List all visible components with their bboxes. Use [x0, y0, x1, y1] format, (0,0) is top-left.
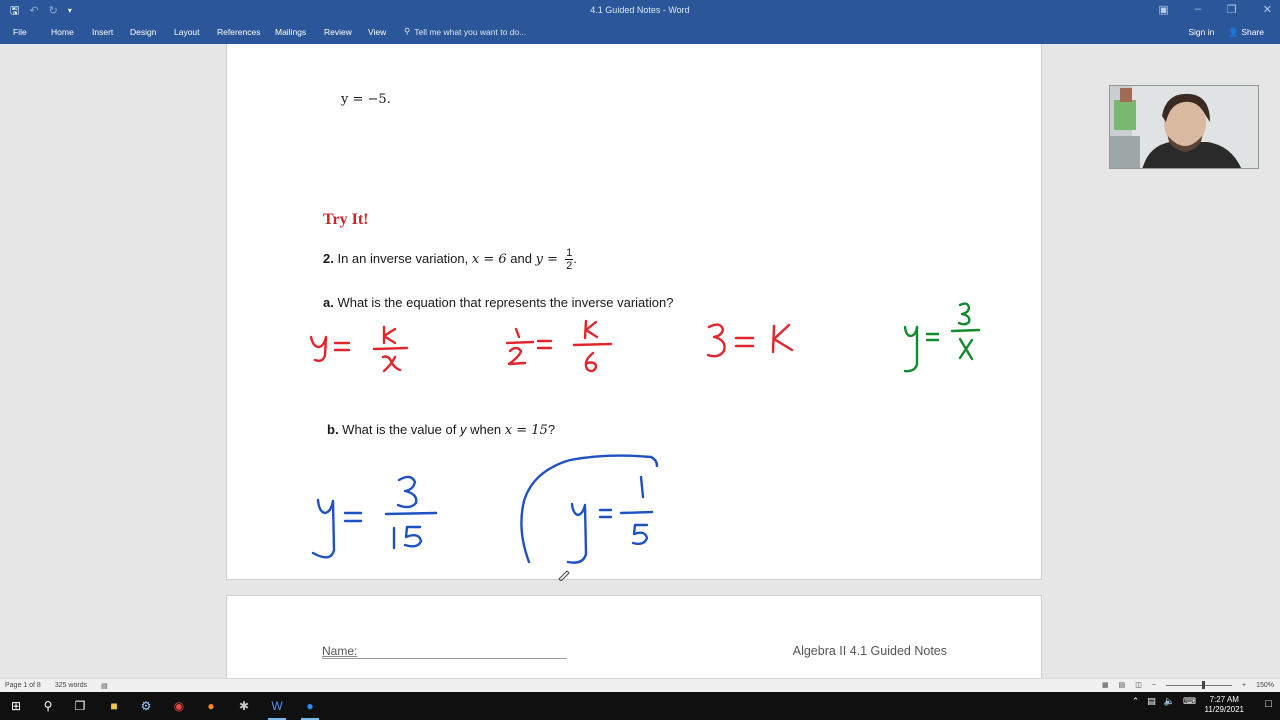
- pen-cursor-icon: [558, 570, 570, 581]
- tab-mailings[interactable]: Mailings: [275, 27, 306, 37]
- tab-insert[interactable]: Insert: [92, 27, 113, 37]
- zoom-slider[interactable]: [1166, 680, 1232, 689]
- zoom-icon[interactable]: ●: [299, 696, 321, 720]
- webcam-overlay: [1109, 85, 1259, 169]
- window-title: 4.1 Guided Notes - Word: [590, 5, 690, 15]
- chevron-up-icon[interactable]: ⌃: [1132, 696, 1140, 707]
- ink-y-equals-1-over-5: [520, 454, 659, 564]
- person-icon: 👤: [1228, 27, 1239, 37]
- print-layout-icon[interactable]: ▤: [1119, 681, 1126, 689]
- ink-annotations: [309, 302, 981, 581]
- tab-home[interactable]: Home: [51, 27, 74, 37]
- tab-references[interactable]: References: [217, 27, 260, 37]
- settings-app-icon[interactable]: ⚙: [135, 696, 157, 716]
- search-icon[interactable]: ⚲: [37, 696, 59, 716]
- ink-y-equals-3-over-15: [311, 475, 438, 559]
- app-icon[interactable]: ✱: [233, 696, 255, 716]
- lightbulb-icon: ⚲: [404, 26, 411, 36]
- zoom-level[interactable]: 150%: [1256, 682, 1274, 689]
- tab-review[interactable]: Review: [324, 27, 352, 37]
- read-mode-icon[interactable]: ▦: [1102, 681, 1109, 689]
- word-count[interactable]: 325 words: [55, 682, 87, 690]
- share-label: Share: [1241, 27, 1264, 37]
- system-tray: ⌃ ▤ 🔈 ⌨: [1132, 696, 1196, 707]
- clock[interactable]: 7:27 AM 11/29/2021: [1205, 695, 1244, 715]
- zoom-out-icon[interactable]: −: [1152, 682, 1156, 689]
- document-page[interactable]: y = −5. Try It! 2. In an inverse variati…: [226, 44, 1042, 581]
- firefox-icon[interactable]: ●: [200, 696, 222, 716]
- tab-file[interactable]: File: [13, 27, 27, 37]
- ribbon-tabs: File Home Insert Design Layout Reference…: [0, 22, 1280, 44]
- zoom-slider-thumb[interactable]: [1202, 680, 1205, 689]
- chrome-icon[interactable]: ◉: [168, 696, 190, 716]
- share-button[interactable]: 👤 Share: [1228, 27, 1264, 38]
- clock-date: 11/29/2021: [1204, 705, 1244, 714]
- notifications-icon[interactable]: □: [1265, 698, 1272, 710]
- keyboard-icon[interactable]: ⌨: [1183, 696, 1196, 707]
- tell-me-box[interactable]: ⚲ Tell me what you want to do...: [404, 26, 526, 37]
- sign-in-link[interactable]: Sign in: [1188, 27, 1214, 38]
- page-count[interactable]: Page 1 of 8: [5, 682, 41, 690]
- name-label: Name:: [322, 644, 358, 658]
- tell-me-text: Tell me what you want to do...: [414, 26, 527, 37]
- window-controls: ▣ – ❐ ✕: [1158, 3, 1272, 16]
- document-area[interactable]: y = −5. Try It! 2. In an inverse variati…: [0, 44, 1280, 678]
- windows-start-icon[interactable]: ⊞: [5, 696, 27, 716]
- file-explorer-icon[interactable]: ■: [103, 696, 125, 716]
- close-icon[interactable]: ✕: [1263, 3, 1272, 16]
- proofing-icon[interactable]: ▤: [101, 682, 108, 690]
- clock-time: 7:27 AM: [1209, 695, 1239, 704]
- ink-y-equals-3-over-x: [903, 302, 981, 373]
- tab-layout[interactable]: Layout: [174, 27, 200, 37]
- tab-design[interactable]: Design: [130, 27, 156, 37]
- network-icon[interactable]: ▤: [1147, 696, 1156, 707]
- ink-3-equals-k: [706, 323, 794, 358]
- next-document-page[interactable]: Name: Algebra II 4.1 Guided Notes: [226, 595, 1042, 678]
- page-header-title: Algebra II 4.1 Guided Notes: [792, 644, 947, 658]
- word-icon[interactable]: W: [266, 696, 288, 720]
- minimize-icon[interactable]: –: [1195, 3, 1201, 16]
- taskbar: ⊞ ⚲ ❐ ■ ⚙ ◉ ● ✱ W ● ⌃ ▤ 🔈 ⌨ 7:27 AM 11/2…: [0, 692, 1280, 720]
- volume-icon[interactable]: 🔈: [1164, 696, 1175, 707]
- ribbon-display-icon[interactable]: ▣: [1158, 3, 1168, 16]
- ink-half-equals-k-over-6: [505, 319, 613, 373]
- restore-icon[interactable]: ❐: [1227, 3, 1237, 16]
- ink-y-equals-k-over-x: [309, 325, 409, 373]
- name-line: [322, 658, 567, 659]
- title-bar: 🖫 ↶ ↻ ▾ 4.1 Guided Notes - Word ▣ – ❐ ✕: [0, 0, 1280, 22]
- task-view-icon[interactable]: ❐: [69, 696, 91, 716]
- webcam-image: [1110, 86, 1258, 168]
- zoom-in-icon[interactable]: +: [1242, 682, 1246, 689]
- status-bar: Page 1 of 8 325 words ▤ ▦ ▤ ◫ − + 150%: [0, 678, 1280, 692]
- tab-view[interactable]: View: [368, 27, 386, 37]
- web-layout-icon[interactable]: ◫: [1135, 681, 1142, 689]
